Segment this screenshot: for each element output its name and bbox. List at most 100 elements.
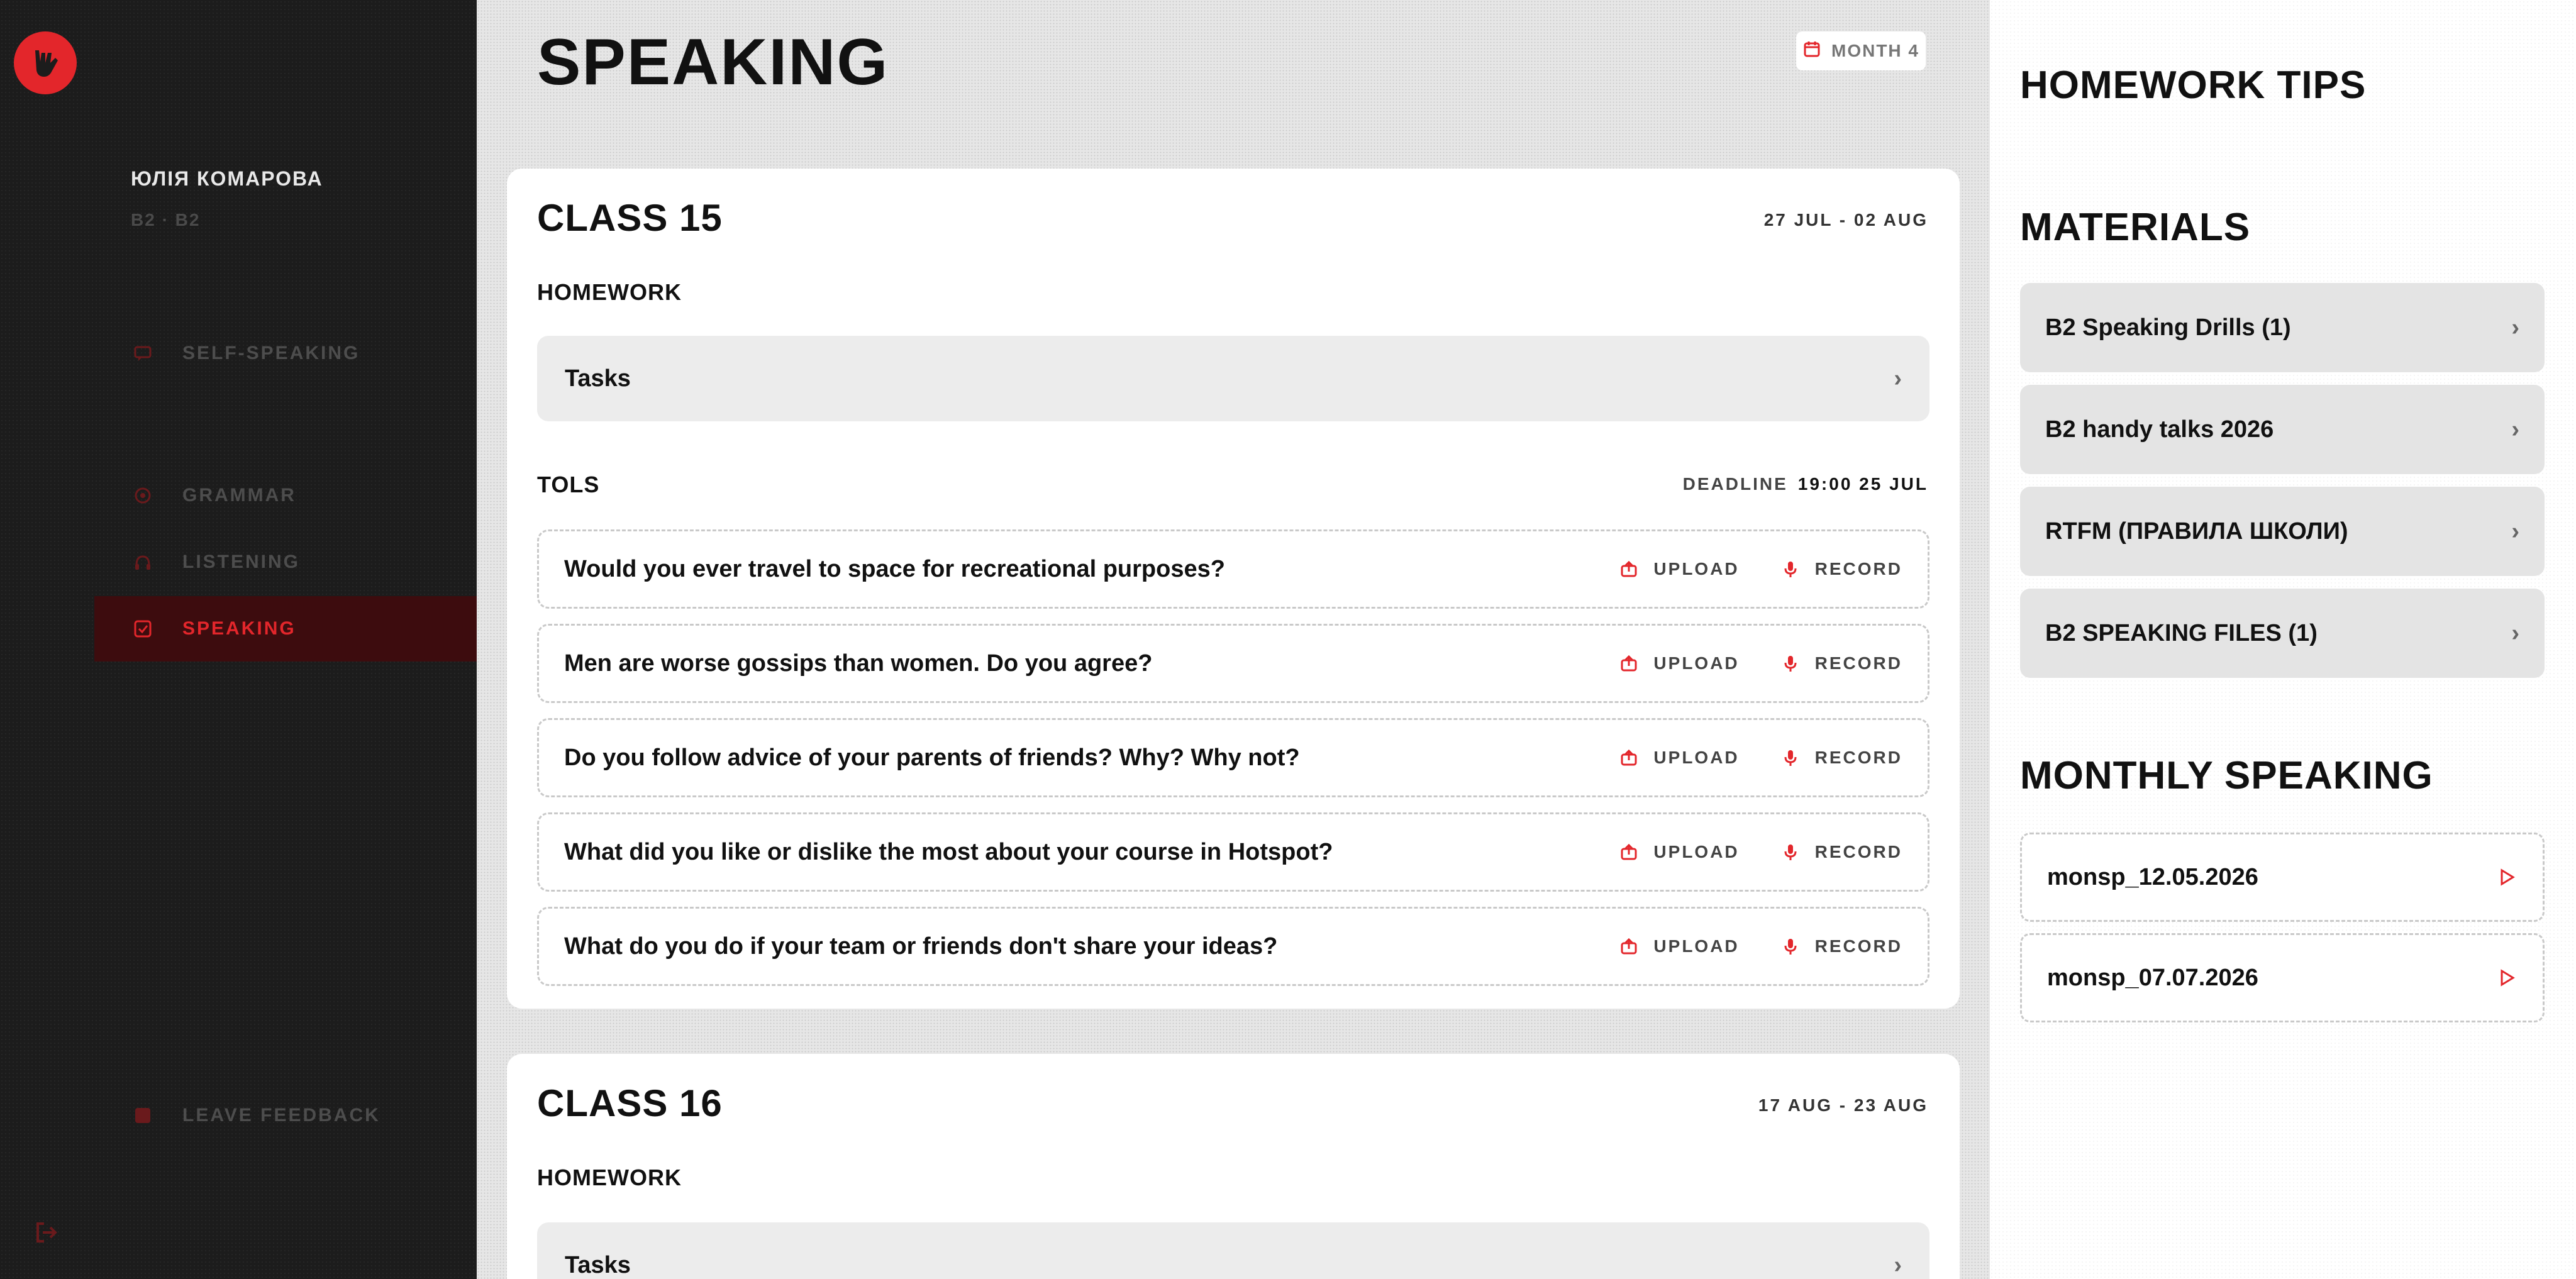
monthly-speaking-heading: MONTHLY SPEAKING [2020,754,2433,797]
calendar-icon [1802,40,1821,63]
record-button[interactable]: RECORD [1781,653,1902,673]
question-row: Would you ever travel to space for recre… [537,529,1929,609]
user-name: ЮЛІЯ КОМАРОВА [131,167,323,190]
microphone-icon [1781,560,1800,579]
record-button[interactable]: RECORD [1781,748,1902,768]
microphone-icon [1781,937,1800,956]
record-label: RECORD [1814,842,1902,861]
question-row: Do you follow advice of your parents of … [537,718,1929,797]
logout-icon[interactable] [33,1219,60,1246]
question-row: What do you do if your team or friends d… [537,907,1929,986]
record-button[interactable]: RECORD [1781,559,1902,579]
upload-label: UPLOAD [1653,936,1740,956]
homework-label: HOMEWORK [537,1165,682,1190]
sidebar-item-speaking[interactable]: SPEAKING [94,596,477,662]
upload-button[interactable]: UPLOAD [1619,748,1739,768]
material-label: B2 handy talks 2026 [2045,416,2274,443]
upload-label: UPLOAD [1653,559,1740,579]
record-label: RECORD [1814,748,1902,767]
question-row: What did you like or dislike the most ab… [537,812,1929,892]
question-text: What do you do if your team or friends d… [564,933,1278,960]
monthly-speaking-item[interactable]: monsp_12.05.2026 [2020,833,2545,922]
tasks-label: Tasks [565,365,631,392]
material-item[interactable]: RTFM (ПРАВИЛА ШКОЛИ) › [2020,487,2545,576]
sidebar-item-label: GRAMMAR [182,485,296,506]
tasks-row[interactable]: Tasks › [537,336,1929,421]
material-label: B2 Speaking Drills (1) [2045,314,2291,341]
monthly-speaking-label: monsp_07.07.2026 [2047,964,2258,991]
record-button[interactable]: RECORD [1781,936,1902,956]
tols-label: TOLS [537,472,600,497]
class-title: CLASS 15 [537,197,723,239]
upload-button[interactable]: UPLOAD [1619,842,1739,862]
deadline-label: DEADLINE [1682,474,1788,494]
upload-icon [1619,937,1638,956]
material-label: RTFM (ПРАВИЛА ШКОЛИ) [2045,518,2348,545]
upload-label: UPLOAD [1653,653,1740,673]
upload-button[interactable]: UPLOAD [1619,653,1739,673]
upload-button[interactable]: UPLOAD [1619,559,1739,579]
sidebar-item-self-speaking[interactable]: SELF-SPEAKING [94,321,477,386]
material-item[interactable]: B2 Speaking Drills (1) › [2020,283,2545,372]
user-level: B2 · B2 [131,210,201,230]
sidebar-item-label: SPEAKING [182,618,296,639]
chevron-right-icon: › [2511,619,2519,646]
sidebar-item-label: LISTENING [182,551,301,572]
headphones-icon [132,551,153,573]
tasks-label: Tasks [565,1251,631,1278]
question-row: Men are worse gossips than women. Do you… [537,624,1929,703]
question-text: Would you ever travel to space for recre… [564,555,1225,582]
microphone-icon [1781,654,1800,673]
upload-label: UPLOAD [1653,842,1740,861]
deadline-value: 19:00 25 JUL [1797,474,1928,494]
upload-label: UPLOAD [1653,748,1740,767]
chevron-right-icon: › [2511,314,2519,341]
sidebar: ЮЛІЯ КОМАРОВА B2 · B2 SELF-SPEAKING GRAM… [0,0,477,1279]
chevron-right-icon: › [2511,416,2519,443]
page-title: SPEAKING [537,26,889,99]
record-button[interactable]: RECORD [1781,842,1902,862]
upload-icon [1619,748,1638,767]
hand-rock-icon[interactable] [14,31,77,94]
chevron-right-icon: › [2511,518,2519,545]
upload-icon [1619,843,1638,861]
homework-tips-link[interactable]: HOMEWORK TIPS [2020,63,2366,108]
month-badge-label: MONTH 4 [1831,41,1919,60]
play-icon[interactable] [2496,867,2518,888]
material-item[interactable]: B2 SPEAKING FILES (1) › [2020,589,2545,678]
question-text: Men are worse gossips than women. Do you… [564,650,1153,677]
record-label: RECORD [1814,559,1902,579]
microphone-icon [1781,843,1800,861]
leave-feedback-label: LEAVE FEEDBACK [182,1105,380,1126]
grammar-icon [132,485,153,506]
sidebar-item-grammar[interactable]: GRAMMAR [94,463,477,528]
record-label: RECORD [1814,653,1902,673]
message-icon [132,343,153,364]
class-dates: 17 AUG - 23 AUG [1758,1095,1928,1115]
tasks-row[interactable]: Tasks › [537,1222,1929,1279]
class-dates: 27 JUL - 02 AUG [1763,210,1928,230]
record-label: RECORD [1814,936,1902,956]
feedback-icon [132,1105,153,1126]
monthly-speaking-label: monsp_12.05.2026 [2047,863,2258,890]
chevron-right-icon: › [1894,1251,1902,1278]
leave-feedback-button[interactable]: LEAVE FEEDBACK [94,1083,477,1148]
chevron-right-icon: › [1894,365,1902,392]
upload-icon [1619,654,1638,673]
monthly-speaking-item[interactable]: monsp_07.07.2026 [2020,933,2545,1022]
material-label: B2 SPEAKING FILES (1) [2045,619,2318,646]
microphone-icon [1781,748,1800,767]
material-item[interactable]: B2 handy talks 2026 › [2020,385,2545,474]
homework-label: HOMEWORK [537,279,682,305]
sidebar-item-label: SELF-SPEAKING [182,343,360,363]
upload-button[interactable]: UPLOAD [1619,936,1739,956]
question-text: What did you like or dislike the most ab… [564,838,1333,865]
month-badge: MONTH 4 [1796,31,1926,70]
play-icon[interactable] [2496,967,2518,988]
materials-heading: MATERIALS [2020,206,2251,249]
upload-icon [1619,560,1638,579]
deadline: DEADLINE 19:00 25 JUL [1683,474,1928,494]
sidebar-item-listening[interactable]: LISTENING [94,529,477,595]
class-card: CLASS 15 27 JUL - 02 AUG HOMEWORK Tasks … [507,169,1960,1009]
right-panel: HOMEWORK TIPS MATERIALS B2 Speaking Dril… [1990,0,2576,1279]
